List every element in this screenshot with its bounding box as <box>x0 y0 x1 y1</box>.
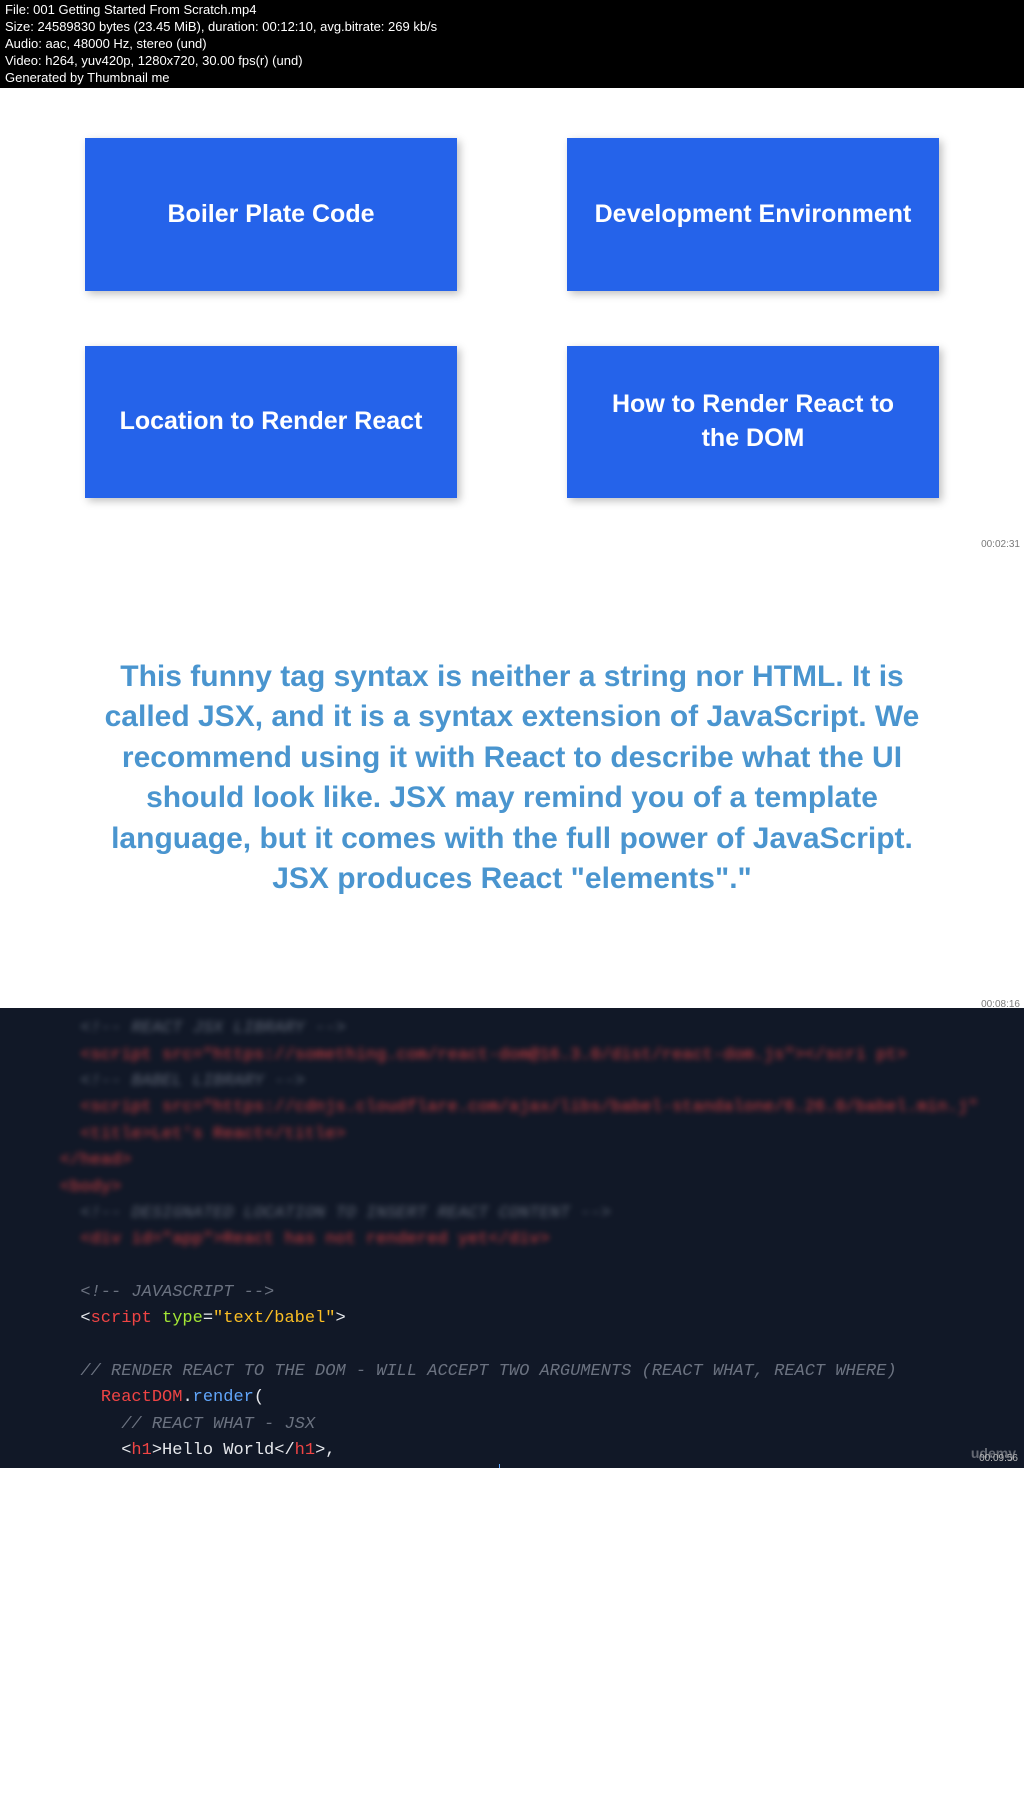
type-attr: type <box>162 1306 203 1332</box>
code-line: <body> <box>60 1175 121 1201</box>
audio-line: Audio: aac, 48000 Hz, stereo (und) <box>5 36 1019 53</box>
comment-render: // RENDER REACT TO THE DOM - WILL ACCEPT… <box>80 1359 896 1385</box>
card-label: Development Environment <box>595 198 912 232</box>
script-tag: script <box>91 1306 152 1332</box>
code-line: <script type="text/babel"> <box>0 1306 1024 1332</box>
code-line: ReactDOM.render( <box>0 1385 1024 1411</box>
frame-cards: Boiler Plate Code Development Environmen… <box>0 88 1024 548</box>
code-line: // REACT WHAT - JSX <box>0 1412 1024 1438</box>
cursor-icon <box>499 1464 501 1468</box>
code-line: <title>Let's React</title> <box>80 1122 345 1148</box>
timestamp: 00:09:56 <box>979 1451 1018 1467</box>
code-comment: <!-- REACT JSX LIBRARY --> <box>80 1016 345 1042</box>
blurred-code-top: <!-- REACT JSX LIBRARY --> <script src="… <box>0 1016 1024 1253</box>
card-label: Boiler Plate Code <box>168 198 375 232</box>
generated-line: Generated by Thumbnail me <box>5 70 1019 87</box>
card-label: Location to Render React <box>120 405 423 439</box>
code-line: </head> <box>60 1148 131 1174</box>
code-line: <div id="app">React has not rendered yet… <box>80 1227 549 1253</box>
code-blank-line <box>0 1333 1024 1359</box>
card-label: How to Render React to the DOM <box>592 388 914 456</box>
h1-text: Hello World <box>162 1438 274 1464</box>
reactdom: ReactDOM <box>101 1385 183 1411</box>
code-line: <script src="https://cdnjs.cloudflare.co… <box>80 1095 978 1121</box>
code-line: <h1>Hello World</h1>, <box>0 1438 1024 1464</box>
h1-tag: h1 <box>131 1438 151 1464</box>
jsx-explanation: This funny tag syntax is neither a strin… <box>102 657 922 900</box>
comment-where: // REACT WHERE - DIV WITH ID OF "APP" <box>121 1464 498 1468</box>
type-value: "text/babel" <box>213 1306 335 1332</box>
frame-code-editor: <!-- REACT JSX LIBRARY --> <script src="… <box>0 1008 1024 1468</box>
render-func: render <box>193 1385 254 1411</box>
code-comment: <!-- BABEL LIBRARY --> <box>80 1069 304 1095</box>
card-how-render: How to Render React to the DOM <box>567 346 939 499</box>
cards-grid: Boiler Plate Code Development Environmen… <box>60 138 964 498</box>
comment-js: <!-- JAVASCRIPT --> <box>80 1280 274 1306</box>
video-line: Video: h264, yuv420p, 1280x720, 30.00 fp… <box>5 53 1019 70</box>
code-blank-line <box>0 1254 1024 1280</box>
file-info-header: File: 001 Getting Started From Scratch.m… <box>0 0 1024 88</box>
code-line: // RENDER REACT TO THE DOM - WILL ACCEPT… <box>0 1359 1024 1385</box>
comment-what: // REACT WHAT - JSX <box>121 1412 315 1438</box>
code-line: <!-- JAVASCRIPT --> <box>0 1280 1024 1306</box>
h1-close: h1 <box>295 1438 315 1464</box>
code-line: // REACT WHERE - DIV WITH ID OF "APP" <box>0 1464 1024 1468</box>
frame-jsx-text: This funny tag syntax is neither a strin… <box>0 548 1024 1008</box>
card-boilerplate: Boiler Plate Code <box>85 138 457 291</box>
card-dev-env: Development Environment <box>567 138 939 291</box>
file-size-line: Size: 24589830 bytes (23.45 MiB), durati… <box>5 19 1019 36</box>
file-name-line: File: 001 Getting Started From Scratch.m… <box>5 2 1019 19</box>
code-line: <script src="https://something.com/react… <box>80 1043 906 1069</box>
code-area: <!-- REACT JSX LIBRARY --> <script src="… <box>0 1008 1024 1468</box>
card-location: Location to Render React <box>85 346 457 499</box>
code-comment: <!-- DESIGNATED LOCATION TO INSERT REACT… <box>80 1201 611 1227</box>
